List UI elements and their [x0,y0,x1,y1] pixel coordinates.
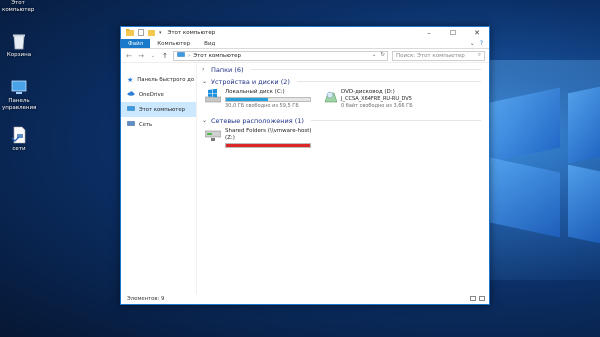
desktop-icon-seti[interactable]: сети [2,126,36,153]
network-shortcut-icon [10,126,28,144]
navigation-pane: ★ Панель быстрого до OneDrive Этот компь… [121,64,197,294]
drive-dvd-d[interactable]: DVD-дисковод (D:) J_CCSA_X64FRE_RU-RU_DV… [323,89,413,110]
drive-free-space: 30,0 ГБ свободно из 59,5 ГБ [225,103,299,109]
chevron-down-icon: ⌄ [202,117,208,124]
divider [250,69,481,70]
sidebar-item-label: OneDrive [139,91,164,98]
expand-ribbon-icon[interactable]: ⌄ [470,40,475,47]
folder-icon [126,28,134,38]
refresh-icon[interactable]: ↻ [380,52,385,58]
divider [296,81,481,82]
drive-usage-fill [226,98,268,101]
breadcrumb-separator: › [188,52,191,59]
window-controls: – ☐ ✕ [417,27,489,39]
drive-free-space: 0 байт свободно из 3,66 ГБ [341,103,413,109]
back-arrow-icon[interactable]: ← [125,52,133,60]
drive-usage-fill [226,144,310,147]
sidebar-item-this-pc[interactable]: Этот компьютер [121,102,196,117]
tab-file[interactable]: Файл [121,39,151,48]
drive-name: Shared Folders (\\vmware-host) [225,128,312,134]
desktop-icon-label: Панель управления [2,98,37,111]
drive-shared-folders-z[interactable]: Shared Folders (\\vmware-host) (Z:) [204,128,312,149]
large-icons-view-icon[interactable] [479,296,485,301]
sidebar-item-label: Сеть [139,121,153,128]
sidebar-item-network[interactable]: Сеть [121,117,196,132]
title-bar[interactable]: ▾ Этот компьютер – ☐ ✕ [121,27,489,39]
desktop-icon-recycle-bin[interactable]: Корзина [2,32,36,59]
address-dropdown-icon[interactable]: ⌄ [372,52,377,58]
group-header: Сетевые расположения (1) [211,116,304,125]
chevron-right-icon: › [202,66,205,73]
window-title: Этот компьютер [167,30,216,36]
control-panel-icon [10,78,28,96]
group-network-locations[interactable]: ⌄ Сетевые расположения (1) [202,115,489,126]
sidebar-item-onedrive[interactable]: OneDrive [121,87,196,102]
disc-label: J_CCSA_X64FRE_RU-RU_DV5 [341,96,412,102]
group-devices[interactable]: ⌄ Устройства и диски (2) [202,76,489,87]
details-view-icon[interactable] [470,296,476,301]
forward-arrow-icon[interactable]: → [137,52,145,60]
chevron-down-icon: ⌄ [202,78,208,85]
wallpaper-pane [568,86,600,164]
help-icon[interactable]: ? [480,40,483,47]
network-drive-icon [204,128,222,149]
drive-letter: (Z:) [225,135,235,141]
drive-name: DVD-дисковод (D:) [341,89,395,95]
recycle-bin-icon [10,32,28,50]
desktop-icon-label: сети [12,146,26,152]
close-button[interactable]: ✕ [465,27,489,39]
address-row: ← → ⌄ ↑ › Этот компьютер ⌄ ↻ Поиск: Этот… [121,49,489,63]
group-header: Устройства и диски (2) [211,77,290,86]
ribbon-tabs: Файл Компьютер Вид ⌄ ? [121,39,489,49]
search-placeholder: Поиск: Этот компьютер [396,52,465,59]
tab-computer[interactable]: Компьютер [150,39,197,48]
windows-drive-icon [204,88,222,110]
wallpaper-pane [568,164,600,244]
divider [310,120,481,121]
star-icon: ★ [127,75,134,84]
search-input[interactable]: Поиск: Этот компьютер ⌕ [392,50,485,61]
network-icon [127,120,135,129]
drive-usage-bar [225,143,311,148]
desktop-icon-label: Корзина [6,52,32,58]
explorer-window[interactable]: ▾ Этот компьютер – ☐ ✕ Файл Компьютер Ви… [120,26,490,305]
desktop-icon-label: Этот компьютер [2,0,35,13]
minimize-button[interactable]: – [417,27,441,39]
recent-chevron-icon[interactable]: ⌄ [149,53,157,59]
sidebar-item-quick-access[interactable]: ★ Панель быстрого до [121,72,196,87]
properties-icon[interactable] [138,28,144,38]
file-list: › Папки (6) ⌄ Устройства и диски (2) Лок… [197,64,489,294]
breadcrumb[interactable]: Этот компьютер [193,53,241,59]
item-count: Элементов: 9 [127,296,165,302]
computer-icon [177,51,185,60]
drive-name: Локальный диск (C:) [225,89,285,95]
group-header: Папки (6) [211,65,244,74]
address-bar[interactable]: › Этот компьютер ⌄ ↻ [173,50,388,61]
drive-local-c[interactable]: Локальный диск (C:) 30,0 ГБ свободно из … [204,88,311,110]
drive-usage-bar [225,97,311,102]
status-bar: Элементов: 9 [121,294,489,304]
content-area: ★ Панель быстрого до OneDrive Этот компь… [121,64,489,294]
cloud-icon [127,91,135,98]
desktop-icon-control-panel[interactable]: Панель управления [2,78,36,112]
quick-access-toolbar: ▾ [121,28,162,38]
chevron-down-icon[interactable]: ▾ [159,30,162,36]
desktop-icon-this-pc[interactable]: Этот компьютер [2,0,36,14]
search-icon: ⌕ [477,52,481,58]
sidebar-item-label: Панель быстрого до [137,76,195,83]
up-arrow-icon[interactable]: ↑ [161,52,169,60]
maximize-button[interactable]: ☐ [441,27,465,39]
computer-icon [127,105,135,114]
tab-view[interactable]: Вид [197,39,222,48]
group-folders[interactable]: › Папки (6) [202,64,489,75]
dvd-drive-icon [323,89,338,110]
new-folder-icon[interactable] [148,29,155,38]
sidebar-item-label: Этот компьютер [139,106,185,113]
